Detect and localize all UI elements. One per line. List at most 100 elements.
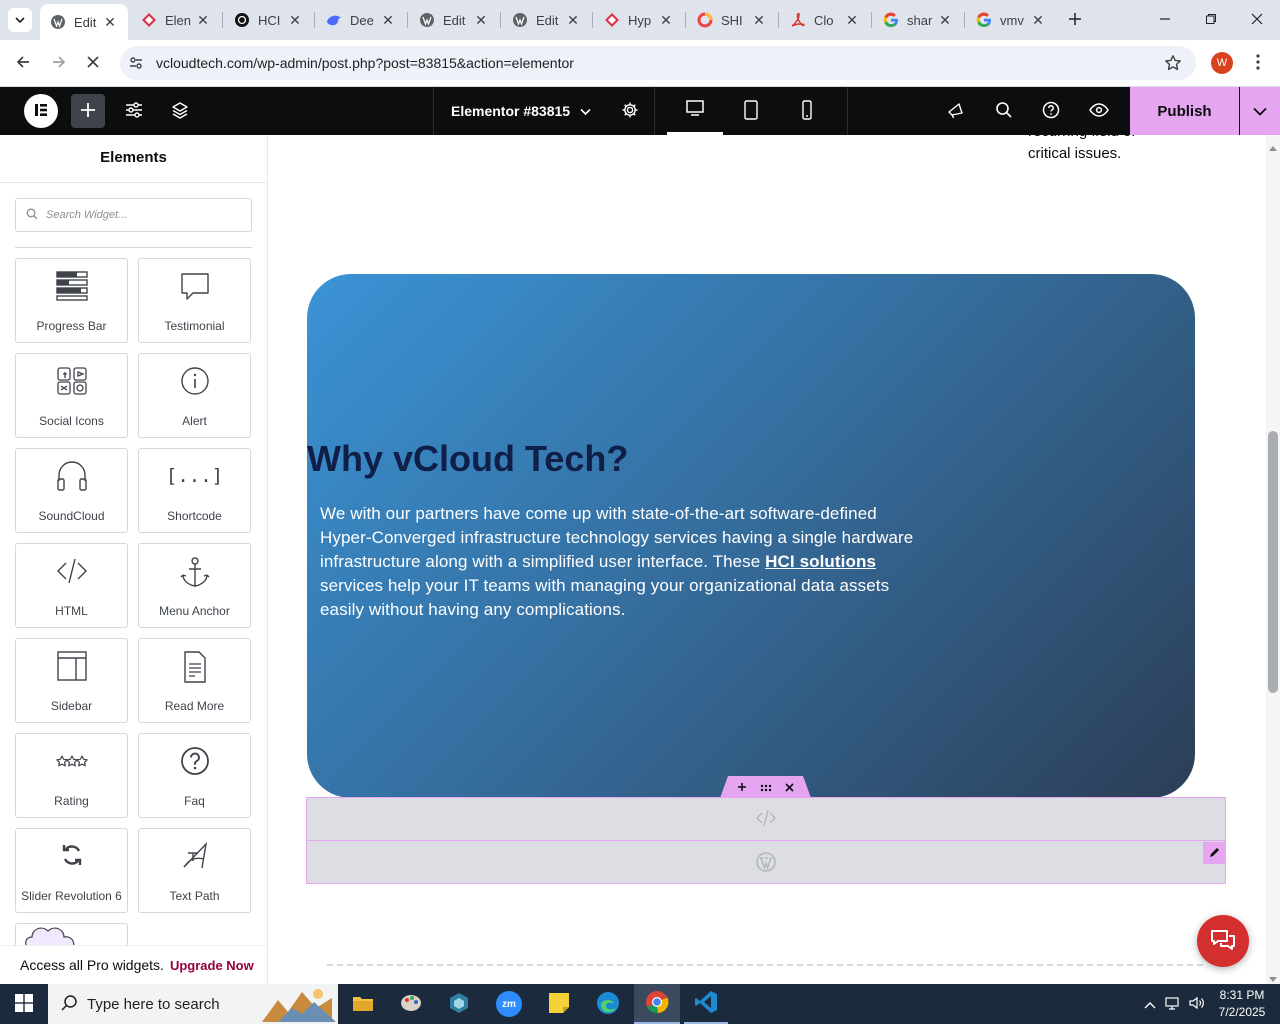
new-tab-button[interactable]: [1064, 9, 1086, 31]
document-title-dropdown[interactable]: Elementor #83815: [433, 87, 601, 135]
browser-tab[interactable]: Edit ✕: [409, 0, 499, 40]
arrow-right-icon: [51, 54, 67, 73]
widget-read-more[interactable]: Read More: [138, 638, 251, 723]
tab-close-icon[interactable]: ✕: [287, 12, 303, 29]
taskbar-chrome[interactable]: [634, 984, 680, 1024]
scroll-up-arrow-icon[interactable]: [1269, 139, 1277, 154]
widget-shortcode[interactable]: [...] Shortcode: [138, 448, 251, 533]
delete-container-icon[interactable]: [785, 780, 794, 795]
widget-search-input[interactable]: Search Widget...: [15, 198, 252, 232]
back-button[interactable]: [10, 50, 36, 76]
hero-body-text[interactable]: We with our partners have come up with s…: [320, 502, 920, 622]
tray-network[interactable]: [1162, 984, 1184, 1024]
help-button[interactable]: [1031, 87, 1071, 135]
browser-tab[interactable]: shar ✕: [873, 0, 963, 40]
html-widget-placeholder[interactable]: [307, 798, 1225, 841]
address-bar[interactable]: vcloudtech.com/wp-admin/post.php?post=83…: [120, 46, 1196, 80]
profile-avatar[interactable]: W: [1211, 52, 1233, 74]
bookmark-star-icon[interactable]: [1164, 54, 1182, 75]
add-container-icon[interactable]: [737, 780, 747, 795]
close-window-button[interactable]: [1242, 8, 1272, 32]
widget-label: Read More: [164, 699, 225, 713]
widget-menu-anchor[interactable]: Menu Anchor: [138, 543, 251, 628]
stop-loading-button[interactable]: [80, 50, 106, 76]
hero-section[interactable]: Why vCloud Tech? We with our partners ha…: [307, 274, 1195, 798]
browser-tab[interactable]: Elen ✕: [131, 0, 221, 40]
widget-html[interactable]: HTML: [15, 543, 128, 628]
forward-button[interactable]: [46, 50, 72, 76]
widget-progress-bar[interactable]: Progress Bar: [15, 258, 128, 343]
chat-widget-button[interactable]: [1197, 915, 1249, 967]
widget-slider-revolution[interactable]: Slider Revolution 6: [15, 828, 128, 913]
empty-section-placeholder[interactable]: [327, 964, 1203, 984]
taskbar-sticky-notes[interactable]: [538, 984, 580, 1024]
widget-soundcloud[interactable]: SoundCloud: [15, 448, 128, 533]
browser-tab[interactable]: Hyp ✕: [594, 0, 684, 40]
widget-social-icons[interactable]: Social Icons: [15, 353, 128, 438]
taskbar-app-diamond[interactable]: [438, 984, 480, 1024]
widget-faq[interactable]: Faq: [138, 733, 251, 818]
drag-handle-icon[interactable]: [760, 780, 772, 795]
start-button[interactable]: [0, 984, 48, 1024]
widget-alert[interactable]: Alert: [138, 353, 251, 438]
browser-tab[interactable]: SHI ✕: [687, 0, 777, 40]
tab-close-icon[interactable]: ✕: [1030, 12, 1046, 29]
taskbar-file-explorer[interactable]: [342, 984, 384, 1024]
tablet-icon: [743, 99, 759, 123]
hci-solutions-link[interactable]: HCI solutions: [765, 552, 876, 571]
preview-button[interactable]: [1079, 87, 1119, 135]
tab-close-icon[interactable]: ✕: [102, 14, 118, 31]
taskbar-zoom[interactable]: zm: [488, 984, 530, 1024]
tab-close-icon[interactable]: ✕: [658, 12, 674, 29]
upgrade-now-link[interactable]: Upgrade Now: [170, 958, 254, 973]
taskbar-search-box[interactable]: Type here to search: [48, 984, 338, 1024]
browser-tab[interactable]: HCI ✕: [224, 0, 313, 40]
tab-close-icon[interactable]: ✕: [937, 12, 953, 29]
selected-container[interactable]: [306, 797, 1226, 884]
taskbar-paint-app[interactable]: [390, 984, 432, 1024]
elementor-logo-button[interactable]: [24, 94, 58, 128]
browser-menu-button[interactable]: [1248, 52, 1268, 74]
site-info-icon[interactable]: [128, 55, 144, 74]
site-settings-button[interactable]: [118, 87, 150, 135]
page-settings-button[interactable]: [605, 87, 655, 135]
whats-new-button[interactable]: [936, 87, 976, 135]
browser-tab[interactable]: vmv ✕: [966, 0, 1056, 40]
edit-widget-button[interactable]: [1203, 842, 1225, 864]
hero-heading[interactable]: Why vCloud Tech?: [307, 438, 628, 480]
browser-tab[interactable]: Dee ✕: [316, 0, 406, 40]
finder-search-button[interactable]: [984, 87, 1024, 135]
publish-options-button[interactable]: [1240, 87, 1280, 135]
widget-sidebar[interactable]: Sidebar: [15, 638, 128, 723]
widget-text-path[interactable]: Text Path: [138, 828, 251, 913]
tab-close-icon[interactable]: ✕: [380, 12, 396, 29]
publish-button[interactable]: Publish: [1130, 87, 1239, 135]
tab-close-icon[interactable]: ✕: [844, 12, 860, 29]
wordpress-widget-placeholder[interactable]: [307, 842, 1225, 884]
widget-testimonial[interactable]: Testimonial: [138, 258, 251, 343]
browser-tab[interactable]: Clo ✕: [780, 0, 870, 40]
tab-close-icon[interactable]: ✕: [473, 12, 489, 29]
restore-button[interactable]: [1196, 8, 1226, 32]
structure-button[interactable]: [164, 87, 196, 135]
device-mobile-button[interactable]: [779, 87, 835, 135]
taskbar-vscode[interactable]: [684, 984, 728, 1024]
browser-tab[interactable]: Edit ✕: [40, 4, 128, 40]
tray-volume[interactable]: [1186, 984, 1208, 1024]
tray-clock[interactable]: 8:31 PM 7/2/2025: [1212, 987, 1272, 1021]
tab-close-icon[interactable]: ✕: [565, 12, 581, 29]
device-desktop-button[interactable]: [667, 87, 723, 135]
taskbar-edge[interactable]: [586, 984, 630, 1024]
scrollbar-thumb[interactable]: [1268, 431, 1278, 693]
widget-rating[interactable]: Rating: [15, 733, 128, 818]
tray-overflow-button[interactable]: [1140, 984, 1160, 1024]
tab-close-icon[interactable]: ✕: [195, 12, 211, 29]
canvas-scrollbar[interactable]: [1266, 135, 1280, 984]
device-tablet-button[interactable]: [723, 87, 779, 135]
minimize-button[interactable]: [1150, 8, 1180, 32]
browser-tab[interactable]: Edit ✕: [502, 0, 591, 40]
tab-close-icon[interactable]: ✕: [751, 12, 767, 29]
add-element-button[interactable]: [71, 94, 105, 128]
widget-partial-card[interactable]: [15, 923, 128, 947]
tab-search-button[interactable]: [8, 8, 32, 32]
